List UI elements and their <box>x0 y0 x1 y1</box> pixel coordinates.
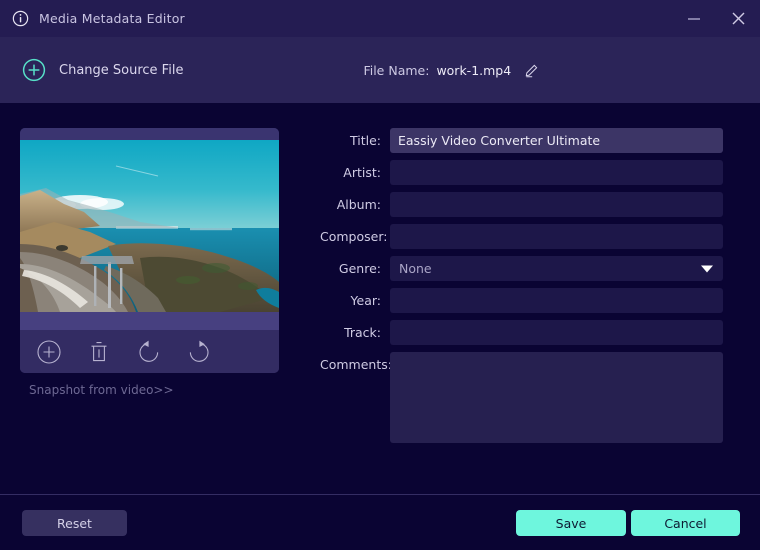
genre-selected-value: None <box>390 261 432 276</box>
rotate-left-button[interactable] <box>135 338 163 366</box>
genre-select[interactable]: None <box>390 256 723 281</box>
year-label: Year: <box>320 288 390 313</box>
toolbar: Change Source File File Name: work-1.mp4 <box>0 37 760 103</box>
plus-circle-icon <box>36 339 62 365</box>
minimize-icon <box>687 12 701 26</box>
thumbnail-card <box>20 128 279 373</box>
year-input[interactable] <box>390 288 723 313</box>
add-thumbnail-button[interactable] <box>35 338 63 366</box>
change-source-file-label: Change Source File <box>59 63 183 78</box>
form-row-artist: Artist: <box>320 160 735 185</box>
comments-textarea[interactable] <box>390 352 723 443</box>
rotate-right-button[interactable] <box>185 338 213 366</box>
info-icon <box>12 10 29 27</box>
title-label: Title: <box>320 128 390 153</box>
dialog-body: Snapshot from video>> Title: Artist: Alb… <box>0 103 760 494</box>
form-row-comments: Comments: <box>320 352 735 443</box>
thumbnail-top-band <box>20 128 279 140</box>
artist-input[interactable] <box>390 160 723 185</box>
form-row-composer: Composer: <box>320 224 735 249</box>
change-source-file-button[interactable]: Change Source File <box>22 58 183 82</box>
form-row-genre: Genre: None <box>320 256 735 281</box>
save-button[interactable]: Save <box>516 510 626 536</box>
window-title: Media Metadata Editor <box>39 11 185 26</box>
plus-circle-icon <box>22 58 46 82</box>
thumbnail-mid-band <box>20 312 279 330</box>
form-row-year: Year: <box>320 288 735 313</box>
pencil-icon[interactable] <box>524 62 540 78</box>
snapshot-from-video-link[interactable]: Snapshot from video>> <box>29 383 174 397</box>
media-metadata-editor-window: Media Metadata Editor Change So <box>0 0 760 550</box>
genre-label: Genre: <box>320 256 390 281</box>
rotate-right-icon <box>186 339 212 365</box>
file-name-value: work-1.mp4 <box>436 63 511 78</box>
minimize-button[interactable] <box>672 0 716 37</box>
comments-label: Comments: <box>320 352 390 377</box>
form-row-track: Track: <box>320 320 735 345</box>
file-name-group: File Name: work-1.mp4 <box>363 62 540 78</box>
rotate-left-icon <box>136 339 162 365</box>
chevron-down-icon <box>701 265 713 272</box>
trash-icon <box>86 339 112 365</box>
close-icon <box>731 11 746 26</box>
title-bar: Media Metadata Editor <box>0 0 760 37</box>
album-input[interactable] <box>390 192 723 217</box>
album-label: Album: <box>320 192 390 217</box>
file-name-label: File Name: <box>363 63 429 78</box>
close-button[interactable] <box>716 0 760 37</box>
delete-thumbnail-button[interactable] <box>85 338 113 366</box>
footer: Reset Save Cancel <box>0 495 760 550</box>
form-row-title: Title: <box>320 128 735 153</box>
track-label: Track: <box>320 320 390 345</box>
reset-button[interactable]: Reset <box>22 510 127 536</box>
track-input[interactable] <box>390 320 723 345</box>
composer-label: Composer: <box>320 224 390 249</box>
video-thumbnail[interactable] <box>20 140 279 312</box>
composer-input[interactable] <box>390 224 723 249</box>
title-input[interactable] <box>390 128 723 153</box>
thumbnail-image <box>20 140 279 312</box>
thumbnail-toolbar <box>20 330 279 373</box>
cancel-button[interactable]: Cancel <box>631 510 740 536</box>
metadata-form: Title: Artist: Album: Composer: Genre: N… <box>320 128 735 450</box>
form-row-album: Album: <box>320 192 735 217</box>
artist-label: Artist: <box>320 160 390 185</box>
window-controls <box>672 0 760 37</box>
